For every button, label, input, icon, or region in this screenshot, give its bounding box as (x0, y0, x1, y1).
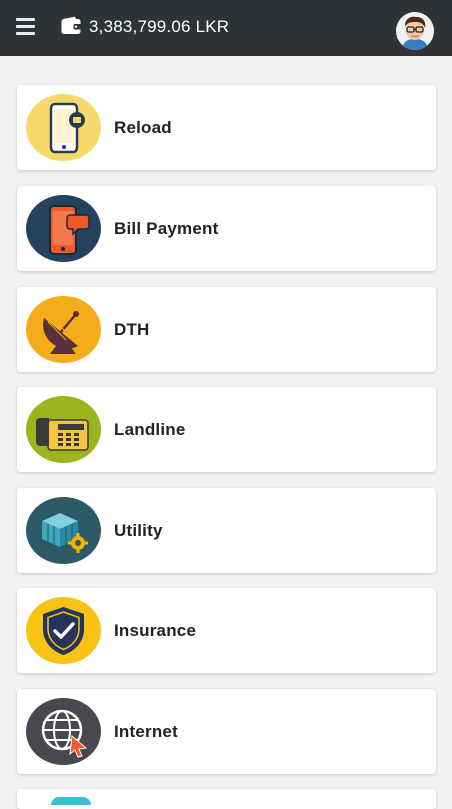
service-card-reload[interactable]: Reload (17, 85, 436, 170)
service-card-dth[interactable]: DTH (17, 287, 436, 372)
satellite-dish-icon (26, 296, 101, 363)
service-label: Utility (114, 521, 163, 540)
service-card-insurance[interactable]: Insurance (17, 588, 436, 673)
shield-check-icon (26, 597, 101, 664)
service-label: DTH (114, 320, 150, 339)
service-label: Insurance (114, 621, 197, 640)
hamburger-menu-icon[interactable] (16, 18, 36, 36)
landline-phone-icon (26, 396, 101, 463)
service-card-bill-payment[interactable]: Bill Payment (17, 186, 436, 271)
globe-cursor-icon (26, 698, 101, 765)
mobile-reload-icon (26, 94, 101, 161)
service-card-landline[interactable]: Landline (17, 387, 436, 472)
service-label: Internet (114, 722, 178, 741)
service-label: Reload (114, 118, 172, 137)
partial-service-icon (51, 797, 91, 805)
service-card-partial[interactable] (17, 789, 436, 809)
wallet-icon (61, 16, 82, 36)
service-label: Bill Payment (114, 219, 219, 238)
wallet-balance: 3,383,799.06 LKR (89, 17, 230, 36)
top-app-bar: 3,383,799.06 LKR (0, 0, 452, 56)
service-label: Landline (114, 420, 186, 439)
service-card-utility[interactable]: Utility (17, 488, 436, 573)
user-avatar-icon[interactable] (396, 12, 434, 50)
utility-cubes-icon (26, 497, 101, 564)
mobile-bill-icon (26, 195, 101, 262)
service-card-internet[interactable]: Internet (17, 689, 436, 774)
